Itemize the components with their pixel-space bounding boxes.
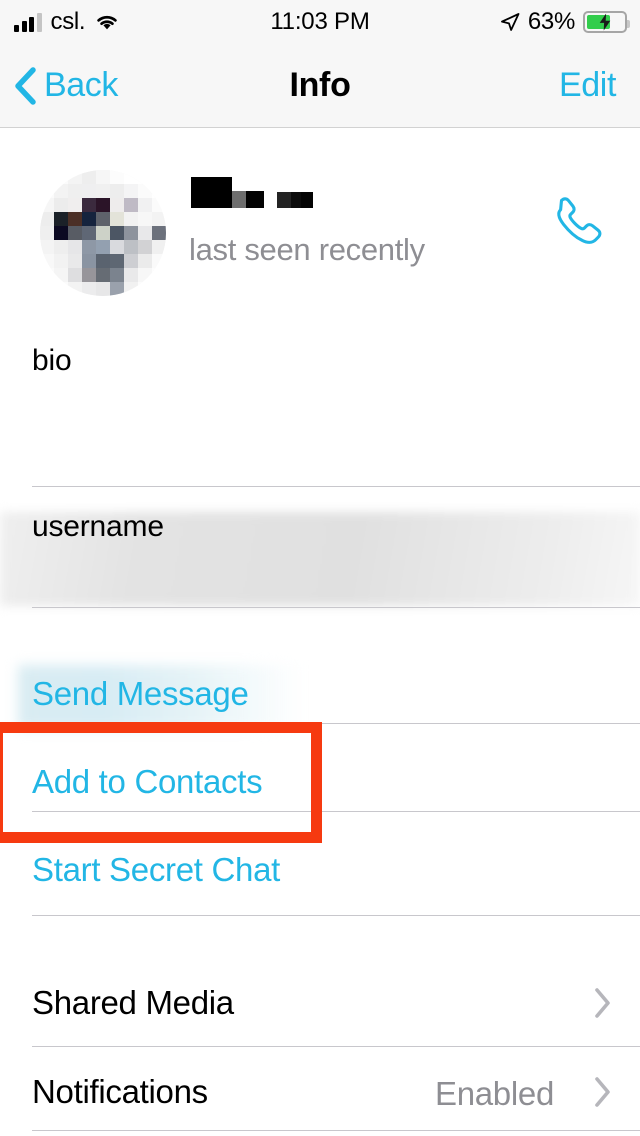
separator (32, 1046, 640, 1047)
avatar[interactable] (40, 170, 166, 296)
pixelated-avatar-image (40, 170, 166, 296)
redaction-bar (291, 192, 301, 208)
chevron-right-icon (594, 1076, 612, 1108)
send-message-button[interactable]: Send Message (32, 675, 249, 713)
redaction-bar-group-1 (191, 177, 264, 208)
redaction-bar-group-2 (277, 192, 313, 208)
separator (32, 486, 640, 487)
telegram-contact-info-screen: csl. 11:03 PM 63% Back Info Edit last se… (0, 0, 640, 1136)
location-arrow-icon (500, 12, 520, 32)
redaction-bar (246, 191, 264, 208)
redaction-bar (277, 192, 291, 208)
clock-label: 11:03 PM (270, 8, 370, 35)
last-seen-label: last seen recently (189, 232, 425, 267)
redaction-bar (301, 192, 313, 208)
status-bar-right: 63% (500, 0, 630, 44)
add-to-contacts-button[interactable]: Add to Contacts (32, 763, 263, 801)
shared-media-label: Shared Media (32, 984, 234, 1021)
profile-name-redacted (191, 177, 313, 208)
battery-icon (583, 11, 630, 33)
edit-button[interactable]: Edit (559, 44, 616, 127)
profile-header: last seen recently (0, 129, 640, 331)
separator (32, 1130, 640, 1131)
separator (32, 915, 640, 916)
charging-bolt-icon (599, 13, 611, 31)
notifications-value: Enabled (434, 1075, 554, 1112)
phone-call-icon[interactable] (548, 191, 604, 247)
start-secret-chat-button[interactable]: Start Secret Chat (32, 851, 280, 889)
notifications-label: Notifications (32, 1073, 208, 1110)
redaction-bar (232, 191, 246, 208)
page-title: Info (289, 66, 351, 104)
status-bar: csl. 11:03 PM 63% (0, 0, 640, 44)
separator (32, 723, 640, 724)
separator (32, 607, 640, 608)
battery-percent-label: 63% (527, 8, 575, 35)
separator (32, 811, 640, 812)
chevron-right-icon (594, 987, 612, 1019)
username-label: username (32, 510, 164, 543)
bio-label: bio (32, 344, 72, 377)
content-area: last seen recently bio username Send Mes… (0, 129, 640, 1131)
navigation-bar: Back Info Edit (0, 44, 640, 128)
redaction-bar (191, 177, 232, 208)
